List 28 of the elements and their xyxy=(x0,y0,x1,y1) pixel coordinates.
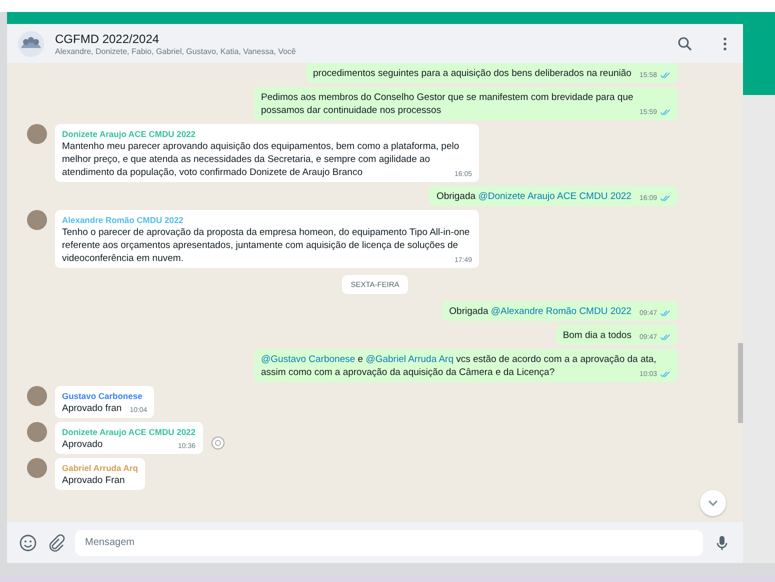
chat-title: CGFMD 2022/2024 xyxy=(55,32,160,46)
sender-name: Gabriel Arruda Arq xyxy=(62,462,138,474)
sender-name: Alexandre Romão CMDU 2022 xyxy=(62,214,184,226)
double-check-icon xyxy=(660,310,671,317)
message-input[interactable]: Mensagem xyxy=(75,530,703,556)
sender-name: Donizete Araujo ACE CMDU 2022 xyxy=(62,426,196,438)
paperclip-icon[interactable] xyxy=(47,534,65,552)
double-check-icon xyxy=(660,371,671,378)
smiley-icon[interactable] xyxy=(19,534,37,552)
double-check-icon xyxy=(660,334,671,341)
sender-name: Gustavo Carbonese xyxy=(62,390,144,402)
double-check-icon xyxy=(660,72,671,79)
double-check-icon xyxy=(660,109,671,116)
reaction-icon[interactable] xyxy=(210,436,225,450)
search-icon[interactable] xyxy=(677,36,693,52)
avatar[interactable] xyxy=(27,386,47,406)
member-list: Alexandre, Donizete, Fabio, Gabriel, Gustavo, Katia, Vanessa, Você xyxy=(55,46,653,56)
chevron-down-icon xyxy=(707,499,719,507)
group-avatar[interactable] xyxy=(17,30,45,58)
scroll-down-button[interactable] xyxy=(700,490,726,516)
message-text: Aprovado Fran xyxy=(62,474,126,487)
avatar[interactable] xyxy=(27,458,47,478)
avatar[interactable] xyxy=(27,210,47,230)
sender-name: Donizete Araujo ACE CMDU 2022 xyxy=(62,128,197,140)
avatar[interactable] xyxy=(27,124,47,144)
scrollbar[interactable] xyxy=(738,343,743,423)
double-check-icon xyxy=(660,195,671,202)
avatar[interactable] xyxy=(27,422,47,442)
